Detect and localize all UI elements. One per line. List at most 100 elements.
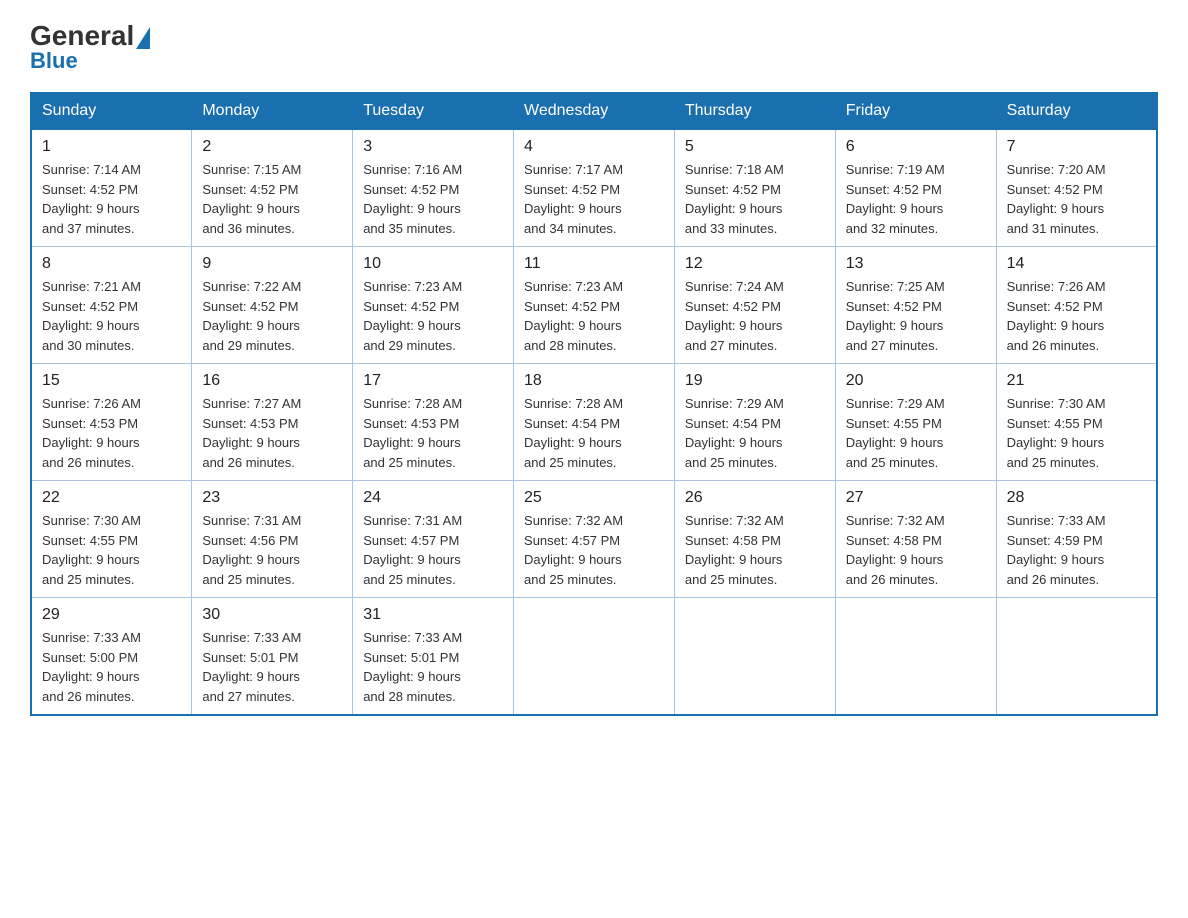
- page-header: General Blue: [30, 20, 1158, 74]
- day-number: 11: [524, 255, 664, 273]
- day-number: 23: [202, 489, 342, 507]
- day-number: 27: [846, 489, 986, 507]
- day-number: 15: [42, 372, 181, 390]
- calendar-cell: 28 Sunrise: 7:33 AMSunset: 4:59 PMDaylig…: [996, 481, 1157, 598]
- day-number: 5: [685, 138, 825, 156]
- day-info: Sunrise: 7:23 AMSunset: 4:52 PMDaylight:…: [524, 279, 623, 353]
- day-info: Sunrise: 7:20 AMSunset: 4:52 PMDaylight:…: [1007, 162, 1106, 236]
- calendar-cell: 25 Sunrise: 7:32 AMSunset: 4:57 PMDaylig…: [514, 481, 675, 598]
- day-number: 25: [524, 489, 664, 507]
- calendar-cell: 15 Sunrise: 7:26 AMSunset: 4:53 PMDaylig…: [31, 364, 192, 481]
- day-number: 2: [202, 138, 342, 156]
- calendar-cell: 30 Sunrise: 7:33 AMSunset: 5:01 PMDaylig…: [192, 598, 353, 716]
- day-info: Sunrise: 7:33 AMSunset: 5:01 PMDaylight:…: [202, 630, 301, 704]
- calendar-header: SundayMondayTuesdayWednesdayThursdayFrid…: [31, 93, 1157, 129]
- day-info: Sunrise: 7:31 AMSunset: 4:57 PMDaylight:…: [363, 513, 462, 587]
- calendar-cell: 20 Sunrise: 7:29 AMSunset: 4:55 PMDaylig…: [835, 364, 996, 481]
- day-number: 9: [202, 255, 342, 273]
- calendar-body: 1 Sunrise: 7:14 AMSunset: 4:52 PMDayligh…: [31, 129, 1157, 715]
- day-info: Sunrise: 7:15 AMSunset: 4:52 PMDaylight:…: [202, 162, 301, 236]
- day-number: 10: [363, 255, 503, 273]
- week-row-3: 15 Sunrise: 7:26 AMSunset: 4:53 PMDaylig…: [31, 364, 1157, 481]
- day-number: 20: [846, 372, 986, 390]
- calendar-cell: 23 Sunrise: 7:31 AMSunset: 4:56 PMDaylig…: [192, 481, 353, 598]
- calendar-cell: 10 Sunrise: 7:23 AMSunset: 4:52 PMDaylig…: [353, 247, 514, 364]
- day-info: Sunrise: 7:19 AMSunset: 4:52 PMDaylight:…: [846, 162, 945, 236]
- calendar-cell: 24 Sunrise: 7:31 AMSunset: 4:57 PMDaylig…: [353, 481, 514, 598]
- week-row-5: 29 Sunrise: 7:33 AMSunset: 5:00 PMDaylig…: [31, 598, 1157, 716]
- day-info: Sunrise: 7:33 AMSunset: 5:01 PMDaylight:…: [363, 630, 462, 704]
- day-number: 29: [42, 606, 181, 624]
- calendar-cell: 29 Sunrise: 7:33 AMSunset: 5:00 PMDaylig…: [31, 598, 192, 716]
- day-number: 18: [524, 372, 664, 390]
- header-friday: Friday: [835, 93, 996, 129]
- day-number: 6: [846, 138, 986, 156]
- day-number: 28: [1007, 489, 1146, 507]
- calendar-cell: 31 Sunrise: 7:33 AMSunset: 5:01 PMDaylig…: [353, 598, 514, 716]
- calendar-cell: 3 Sunrise: 7:16 AMSunset: 4:52 PMDayligh…: [353, 129, 514, 247]
- day-info: Sunrise: 7:30 AMSunset: 4:55 PMDaylight:…: [1007, 396, 1106, 470]
- calendar-cell: 16 Sunrise: 7:27 AMSunset: 4:53 PMDaylig…: [192, 364, 353, 481]
- day-number: 3: [363, 138, 503, 156]
- logo: General Blue: [30, 20, 152, 74]
- day-info: Sunrise: 7:27 AMSunset: 4:53 PMDaylight:…: [202, 396, 301, 470]
- day-number: 30: [202, 606, 342, 624]
- day-number: 4: [524, 138, 664, 156]
- day-number: 26: [685, 489, 825, 507]
- calendar-cell: 12 Sunrise: 7:24 AMSunset: 4:52 PMDaylig…: [674, 247, 835, 364]
- header-saturday: Saturday: [996, 93, 1157, 129]
- day-info: Sunrise: 7:18 AMSunset: 4:52 PMDaylight:…: [685, 162, 784, 236]
- calendar-cell: 18 Sunrise: 7:28 AMSunset: 4:54 PMDaylig…: [514, 364, 675, 481]
- calendar-cell: 14 Sunrise: 7:26 AMSunset: 4:52 PMDaylig…: [996, 247, 1157, 364]
- calendar-cell: 22 Sunrise: 7:30 AMSunset: 4:55 PMDaylig…: [31, 481, 192, 598]
- day-number: 16: [202, 372, 342, 390]
- day-info: Sunrise: 7:32 AMSunset: 4:58 PMDaylight:…: [846, 513, 945, 587]
- day-number: 21: [1007, 372, 1146, 390]
- day-number: 12: [685, 255, 825, 273]
- day-number: 22: [42, 489, 181, 507]
- calendar-cell: 6 Sunrise: 7:19 AMSunset: 4:52 PMDayligh…: [835, 129, 996, 247]
- calendar-cell: 21 Sunrise: 7:30 AMSunset: 4:55 PMDaylig…: [996, 364, 1157, 481]
- day-info: Sunrise: 7:31 AMSunset: 4:56 PMDaylight:…: [202, 513, 301, 587]
- header-monday: Monday: [192, 93, 353, 129]
- day-number: 13: [846, 255, 986, 273]
- calendar-cell: 26 Sunrise: 7:32 AMSunset: 4:58 PMDaylig…: [674, 481, 835, 598]
- calendar-cell: 17 Sunrise: 7:28 AMSunset: 4:53 PMDaylig…: [353, 364, 514, 481]
- calendar-cell: 11 Sunrise: 7:23 AMSunset: 4:52 PMDaylig…: [514, 247, 675, 364]
- calendar-cell: 19 Sunrise: 7:29 AMSunset: 4:54 PMDaylig…: [674, 364, 835, 481]
- calendar-cell: 8 Sunrise: 7:21 AMSunset: 4:52 PMDayligh…: [31, 247, 192, 364]
- calendar-cell: [996, 598, 1157, 716]
- logo-triangle-icon: [136, 27, 150, 49]
- header-row: SundayMondayTuesdayWednesdayThursdayFrid…: [31, 93, 1157, 129]
- calendar-cell: [674, 598, 835, 716]
- calendar-cell: 9 Sunrise: 7:22 AMSunset: 4:52 PMDayligh…: [192, 247, 353, 364]
- calendar-cell: [835, 598, 996, 716]
- day-number: 19: [685, 372, 825, 390]
- calendar-cell: 2 Sunrise: 7:15 AMSunset: 4:52 PMDayligh…: [192, 129, 353, 247]
- day-info: Sunrise: 7:29 AMSunset: 4:55 PMDaylight:…: [846, 396, 945, 470]
- day-info: Sunrise: 7:16 AMSunset: 4:52 PMDaylight:…: [363, 162, 462, 236]
- day-info: Sunrise: 7:33 AMSunset: 4:59 PMDaylight:…: [1007, 513, 1106, 587]
- day-info: Sunrise: 7:28 AMSunset: 4:54 PMDaylight:…: [524, 396, 623, 470]
- header-tuesday: Tuesday: [353, 93, 514, 129]
- day-info: Sunrise: 7:28 AMSunset: 4:53 PMDaylight:…: [363, 396, 462, 470]
- week-row-4: 22 Sunrise: 7:30 AMSunset: 4:55 PMDaylig…: [31, 481, 1157, 598]
- calendar-table: SundayMondayTuesdayWednesdayThursdayFrid…: [30, 92, 1158, 716]
- day-info: Sunrise: 7:26 AMSunset: 4:52 PMDaylight:…: [1007, 279, 1106, 353]
- header-wednesday: Wednesday: [514, 93, 675, 129]
- calendar-cell: 1 Sunrise: 7:14 AMSunset: 4:52 PMDayligh…: [31, 129, 192, 247]
- day-info: Sunrise: 7:25 AMSunset: 4:52 PMDaylight:…: [846, 279, 945, 353]
- calendar-cell: 13 Sunrise: 7:25 AMSunset: 4:52 PMDaylig…: [835, 247, 996, 364]
- calendar-cell: 7 Sunrise: 7:20 AMSunset: 4:52 PMDayligh…: [996, 129, 1157, 247]
- day-info: Sunrise: 7:33 AMSunset: 5:00 PMDaylight:…: [42, 630, 141, 704]
- calendar-cell: 4 Sunrise: 7:17 AMSunset: 4:52 PMDayligh…: [514, 129, 675, 247]
- day-info: Sunrise: 7:17 AMSunset: 4:52 PMDaylight:…: [524, 162, 623, 236]
- day-number: 8: [42, 255, 181, 273]
- day-info: Sunrise: 7:23 AMSunset: 4:52 PMDaylight:…: [363, 279, 462, 353]
- day-info: Sunrise: 7:24 AMSunset: 4:52 PMDaylight:…: [685, 279, 784, 353]
- day-number: 17: [363, 372, 503, 390]
- day-number: 1: [42, 138, 181, 156]
- day-number: 7: [1007, 138, 1146, 156]
- day-info: Sunrise: 7:26 AMSunset: 4:53 PMDaylight:…: [42, 396, 141, 470]
- day-info: Sunrise: 7:30 AMSunset: 4:55 PMDaylight:…: [42, 513, 141, 587]
